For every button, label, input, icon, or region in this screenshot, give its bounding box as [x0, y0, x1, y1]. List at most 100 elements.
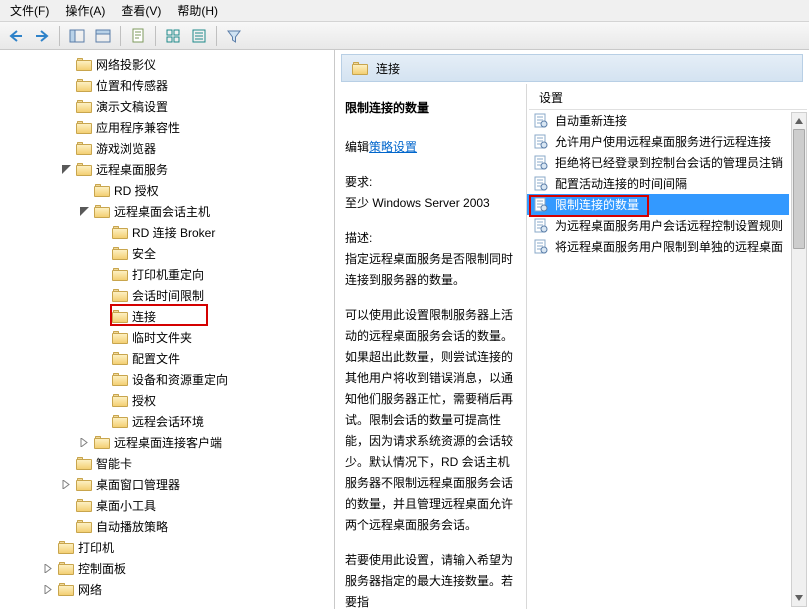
settings-row-label: 限制连接的数量 — [555, 196, 639, 213]
folder-icon — [76, 478, 92, 491]
toolbar-separator — [155, 26, 156, 46]
settings-row[interactable]: 配置活动连接的时间间隔 — [527, 173, 789, 194]
arrow-left-icon — [8, 29, 24, 43]
show-detail-button[interactable] — [91, 25, 115, 47]
folder-icon — [112, 310, 128, 323]
settings-row[interactable]: 将远程桌面服务用户限制到单独的远程桌面 — [527, 236, 789, 257]
tree-item[interactable]: 网络投影仪 — [6, 54, 334, 75]
forward-button[interactable] — [30, 25, 54, 47]
folder-icon — [76, 142, 92, 155]
folder-icon — [112, 268, 128, 281]
tree-item-label: 会话时间限制 — [132, 287, 204, 304]
expand-toggle-icon[interactable] — [78, 206, 90, 218]
tree-item[interactable]: RD 授权 — [6, 180, 334, 201]
tree-item[interactable]: 控制面板 — [6, 558, 334, 579]
main-area: 网络投影仪位置和传感器演示文稿设置应用程序兼容性游戏浏览器远程桌面服务RD 授权… — [0, 50, 809, 609]
menu-action[interactable]: 操作(A) — [57, 0, 113, 21]
tree-item[interactable]: 演示文稿设置 — [6, 96, 334, 117]
export-button[interactable] — [126, 25, 150, 47]
expand-toggle-icon[interactable] — [42, 563, 54, 575]
tree-item[interactable]: 网络 — [6, 579, 334, 600]
tree-item[interactable]: 授权 — [6, 390, 334, 411]
tree-item[interactable]: 会话时间限制 — [6, 285, 334, 306]
edit-line: 编辑策略设置 — [345, 137, 518, 158]
tree-item[interactable]: 临时文件夹 — [6, 327, 334, 348]
folder-icon — [76, 520, 92, 533]
tree-item-label: 打印机 — [78, 539, 114, 556]
policy-item-icon — [533, 113, 549, 129]
scroll-thumb[interactable] — [793, 129, 805, 249]
menu-bar: 文件(F) 操作(A) 查看(V) 帮助(H) — [0, 0, 809, 22]
tree-item[interactable]: 远程桌面服务 — [6, 159, 334, 180]
description-column: 限制连接的数量 编辑策略设置 要求: 至少 Windows Server 200… — [335, 84, 527, 609]
tree-item-label: 连接 — [132, 308, 156, 325]
tree-item-label: 桌面窗口管理器 — [96, 476, 180, 493]
tree-item[interactable]: 位置和传感器 — [6, 75, 334, 96]
expand-toggle-icon[interactable] — [42, 584, 54, 596]
desc-p3: 若要使用此设置，请输入希望为服务器指定的最大连接数量。若要指 — [345, 550, 518, 609]
folder-icon — [112, 394, 128, 407]
expand-toggle-icon[interactable] — [78, 437, 90, 449]
settings-row[interactable]: 自动重新连接 — [527, 110, 789, 131]
tree-pane-icon — [69, 28, 85, 44]
settings-row[interactable]: 允许用户使用远程桌面服务进行远程连接 — [527, 131, 789, 152]
folder-icon — [58, 562, 74, 575]
tree-item-label: 网络 — [78, 581, 102, 598]
tree-pane[interactable]: 网络投影仪位置和传感器演示文稿设置应用程序兼容性游戏浏览器远程桌面服务RD 授权… — [0, 50, 335, 609]
settings-row[interactable]: 为远程桌面服务用户会话远程控制设置规则 — [527, 215, 789, 236]
detail-header: 连接 — [341, 54, 803, 82]
tree-item[interactable]: 配置文件 — [6, 348, 334, 369]
tree-item[interactable]: 打印机 — [6, 537, 334, 558]
settings-row-label: 拒绝将已经登录到控制台会话的管理员注销 — [555, 154, 783, 171]
tree-item-label: 设备和资源重定向 — [132, 371, 228, 388]
tree-item[interactable]: 连接 — [6, 306, 334, 327]
policy-item-icon — [533, 197, 549, 213]
expand-toggle-icon[interactable] — [60, 164, 72, 176]
menu-file[interactable]: 文件(F) — [2, 0, 57, 21]
toolbar — [0, 22, 809, 50]
tree-item[interactable]: 打印机重定向 — [6, 264, 334, 285]
menu-view[interactable]: 查看(V) — [113, 0, 169, 21]
tree-item[interactable]: 桌面小工具 — [6, 495, 334, 516]
folder-icon — [76, 499, 92, 512]
settings-row[interactable]: 限制连接的数量 — [527, 194, 789, 215]
folder-icon — [112, 247, 128, 260]
requirements: 要求: 至少 Windows Server 2003 — [345, 172, 518, 214]
tree-item-label: 桌面小工具 — [96, 497, 156, 514]
tree-item[interactable]: 远程桌面会话主机 — [6, 201, 334, 222]
refresh-button[interactable] — [161, 25, 185, 47]
toolbar-separator — [120, 26, 121, 46]
tree-item[interactable]: 安全 — [6, 243, 334, 264]
policy-item-icon — [533, 176, 549, 192]
settings-row[interactable]: 拒绝将已经登录到控制台会话的管理员注销 — [527, 152, 789, 173]
folder-icon — [76, 100, 92, 113]
tree-item[interactable]: 桌面窗口管理器 — [6, 474, 334, 495]
menu-help[interactable]: 帮助(H) — [169, 0, 226, 21]
tree-item[interactable]: 应用程序兼容性 — [6, 117, 334, 138]
edit-policy-link[interactable]: 策略设置 — [369, 140, 417, 154]
back-button[interactable] — [4, 25, 28, 47]
tree-item[interactable]: RD 连接 Broker — [6, 222, 334, 243]
expand-toggle-icon[interactable] — [60, 479, 72, 491]
tree-item[interactable]: 远程桌面连接客户端 — [6, 432, 334, 453]
tree-item[interactable]: 设备和资源重定向 — [6, 369, 334, 390]
vertical-scrollbar[interactable] — [791, 112, 807, 607]
tree-item[interactable]: 智能卡 — [6, 453, 334, 474]
scroll-up-button[interactable] — [792, 113, 806, 129]
show-hide-tree-button[interactable] — [65, 25, 89, 47]
tree-item[interactable]: 远程会话环境 — [6, 411, 334, 432]
desc-label: 描述: — [345, 228, 518, 249]
funnel-icon — [226, 28, 242, 44]
filter-button[interactable] — [222, 25, 246, 47]
arrow-right-icon — [34, 29, 50, 43]
settings-row-label: 自动重新连接 — [555, 112, 627, 129]
tree-item[interactable]: 游戏浏览器 — [6, 138, 334, 159]
tree-item[interactable]: 自动播放策略 — [6, 516, 334, 537]
detail-header-label: 连接 — [376, 60, 400, 77]
grid-icon — [165, 28, 181, 44]
filter-options-button[interactable] — [187, 25, 211, 47]
scroll-down-button[interactable] — [792, 590, 806, 606]
tree-item-label: 远程桌面连接客户端 — [114, 434, 222, 451]
settings-column-header[interactable]: 设置 — [529, 86, 807, 110]
desc-p2: 可以使用此设置限制服务器上活动的远程桌面服务会话的数量。如果超出此数量，则尝试连… — [345, 305, 518, 536]
